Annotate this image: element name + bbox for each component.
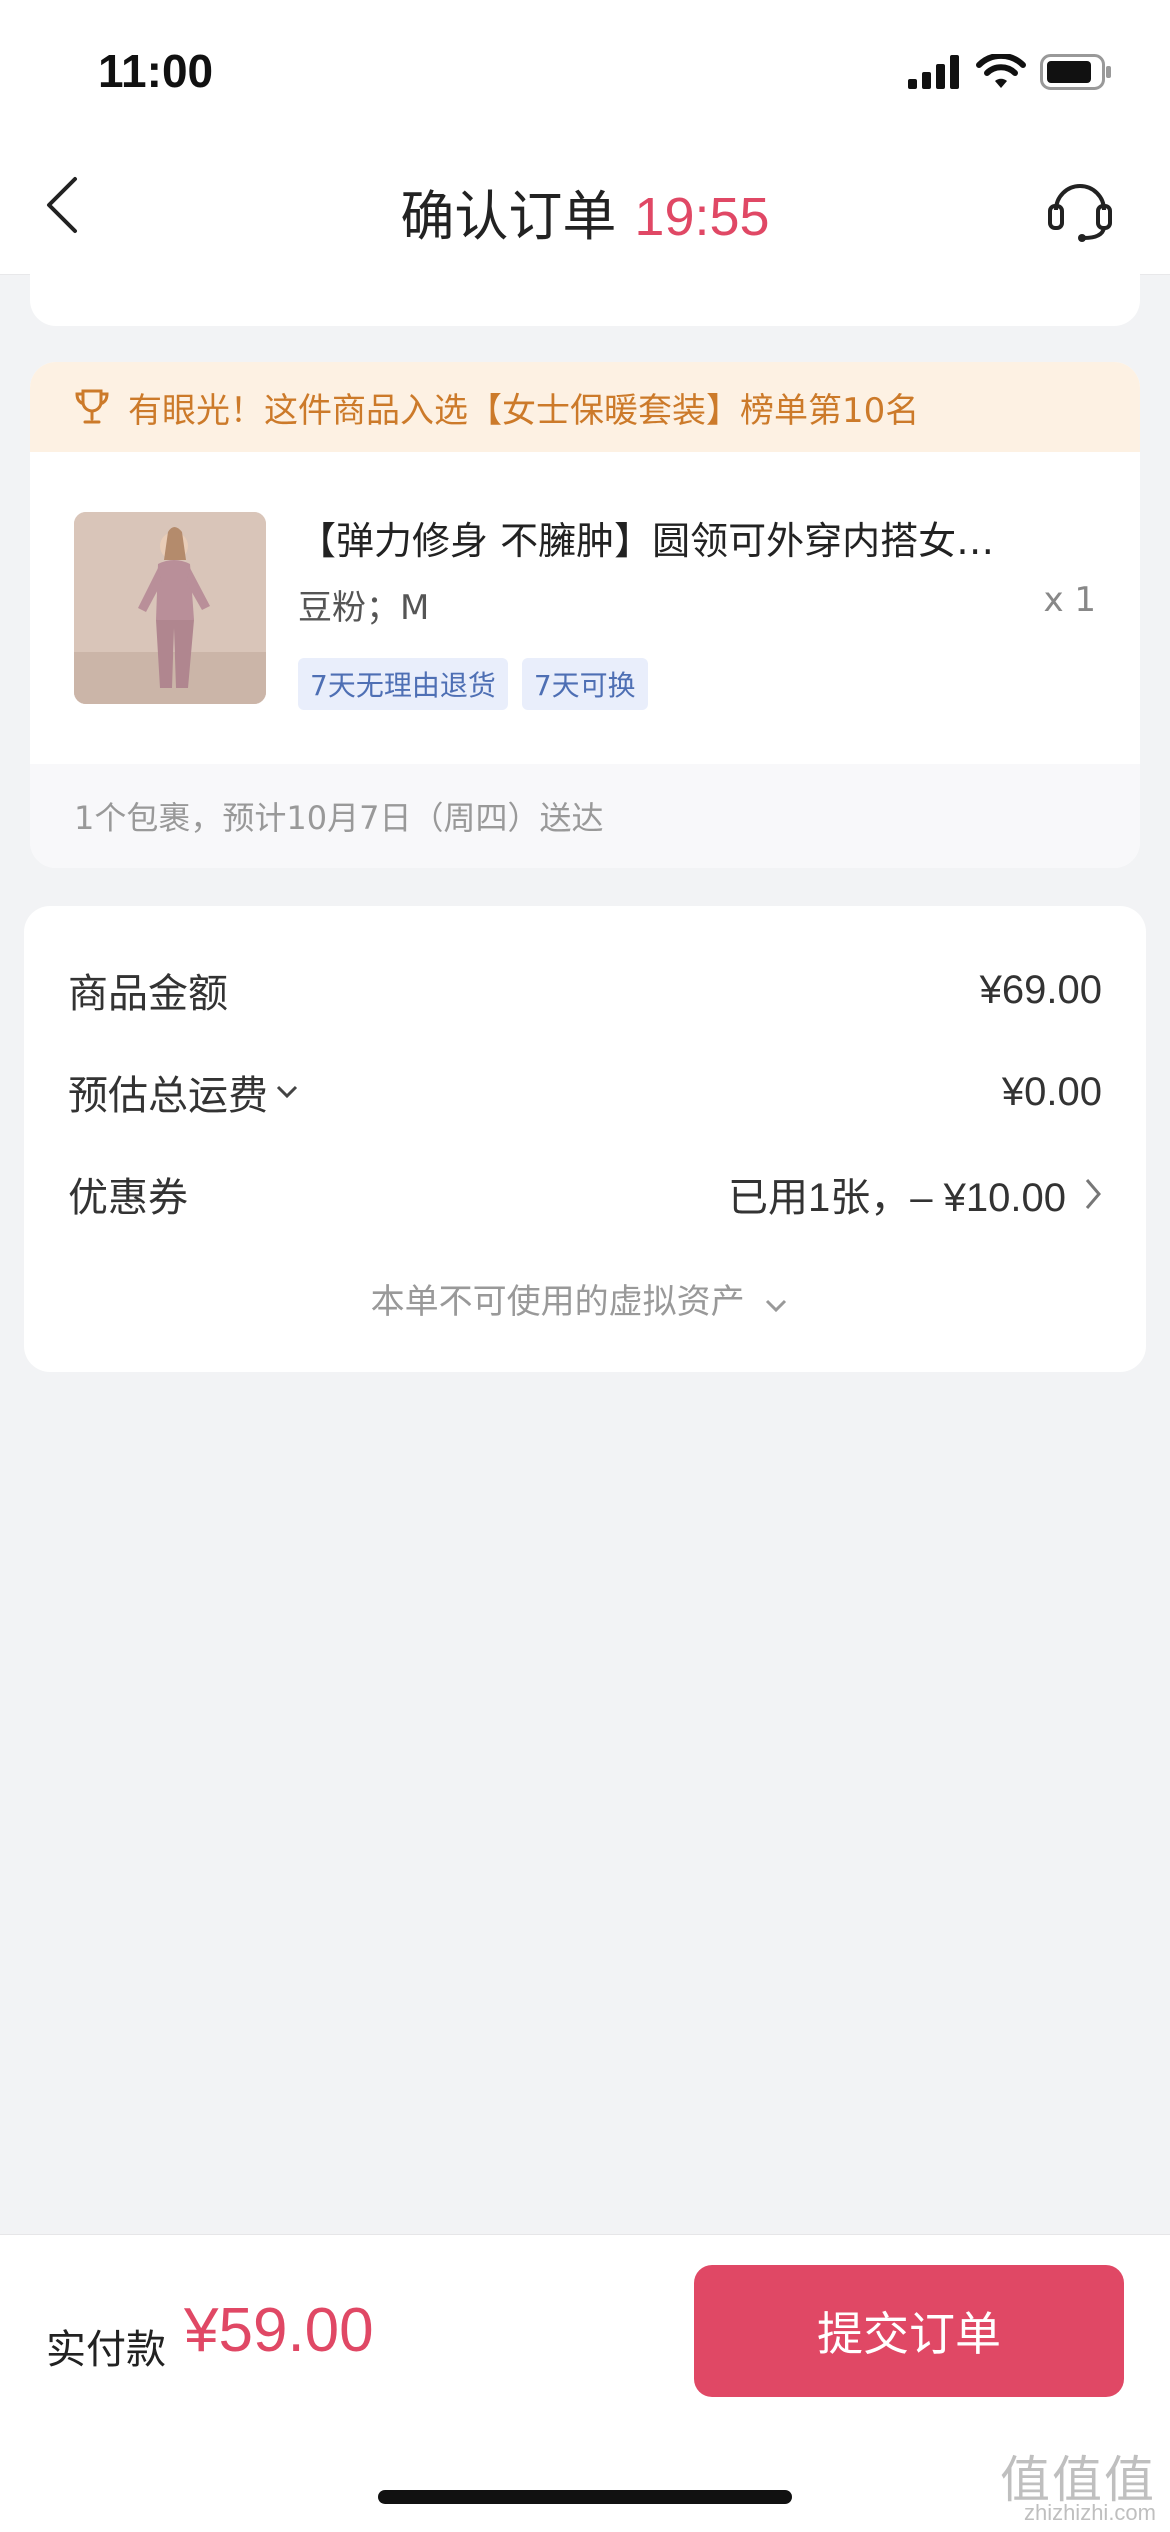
goods-amount-row: 商品金额 ¥69.00 <box>68 960 1102 1020</box>
status-icons <box>908 50 1112 94</box>
service-tags: 7天无理由退货 7天可换 <box>298 658 648 710</box>
product-image[interactable] <box>74 512 266 704</box>
home-indicator[interactable] <box>378 2490 792 2504</box>
checkout-bar: 实付款 ¥59.00 提交订单 <box>0 2234 1170 2532</box>
customer-service-button[interactable] <box>1044 172 1116 244</box>
chevron-down-icon <box>766 1299 787 1313</box>
page-title: 确认订单 19:55 <box>0 172 1170 251</box>
countdown-timer: 19:55 <box>634 187 770 247</box>
chevron-right-icon <box>1085 1179 1101 1209</box>
coupon-value: 已用1张，– ¥10.00 <box>728 1176 1066 1220</box>
customer-service-icon <box>1048 184 1112 242</box>
price-summary-card: 商品金额 ¥69.00 预估总运费 ¥0.00 优惠券 已用1张，– ¥10.0… <box>24 906 1146 1372</box>
battery-icon <box>1040 54 1111 90</box>
coupon-row[interactable]: 优惠券 已用1张，– ¥10.00 <box>68 1164 1102 1224</box>
delivery-estimate: 1个包裹，预计10月7日（周四）送达 <box>30 764 1140 868</box>
virtual-assets-text: 本单不可使用的虚拟资产 <box>370 1282 745 1322</box>
tag-7day-return: 7天无理由退货 <box>298 658 508 710</box>
chevron-down-icon <box>276 1085 298 1099</box>
coupon-value-group[interactable]: 已用1张，– ¥10.00 <box>728 1165 1102 1223</box>
delivery-estimate-text: 1个包裹，预计10月7日（周四）送达 <box>74 799 604 837</box>
product-spec: 豆粉；M <box>298 588 430 628</box>
status-time: 11:00 <box>98 45 214 97</box>
goods-amount-value: ¥69.00 <box>979 967 1102 1012</box>
goods-amount-label: 商品金额 <box>68 971 228 1017</box>
signal-icon <box>908 55 959 89</box>
previous-card-bottom <box>30 270 1140 326</box>
rank-banner-text: 有眼光！这件商品入选【女士保暖套装】榜单第10名 <box>128 390 920 431</box>
shipping-value: ¥0.00 <box>1001 1069 1102 1114</box>
coupon-label: 优惠券 <box>68 1175 188 1221</box>
product-title[interactable]: 【弹力修身 不臃肿】圆领可外穿内搭女… <box>298 510 1098 565</box>
product-card: 有眼光！这件商品入选【女士保暖套装】榜单第10名 【弹力修身 不臃肿】圆领可外穿… <box>30 362 1140 868</box>
shipping-label: 预估总运费 <box>68 1073 268 1119</box>
watermark-site: zhizhizhi.com <box>1023 2500 1156 2525</box>
shipping-row[interactable]: 预估总运费 ¥0.00 <box>68 1062 1102 1122</box>
pay-amount: ¥59.00 <box>184 2296 374 2365</box>
top-bar: 11:00 确认订单 19:55 <box>0 0 1170 275</box>
submit-order-button[interactable]: 提交订单 <box>694 2265 1124 2397</box>
wifi-icon <box>976 54 1026 88</box>
shipping-label-group[interactable]: 预估总运费 <box>68 1063 298 1121</box>
rank-banner[interactable]: 有眼光！这件商品入选【女士保暖套装】榜单第10名 <box>30 362 1140 452</box>
tag-7day-exchange: 7天可换 <box>521 658 648 710</box>
virtual-assets-toggle[interactable]: 本单不可使用的虚拟资产 <box>24 1274 1134 1323</box>
trophy-icon <box>75 389 109 424</box>
pay-label: 实付款 <box>46 2327 166 2373</box>
product-quantity: x 1 <box>1043 580 1096 620</box>
page-title-text: 确认订单 <box>400 185 617 248</box>
